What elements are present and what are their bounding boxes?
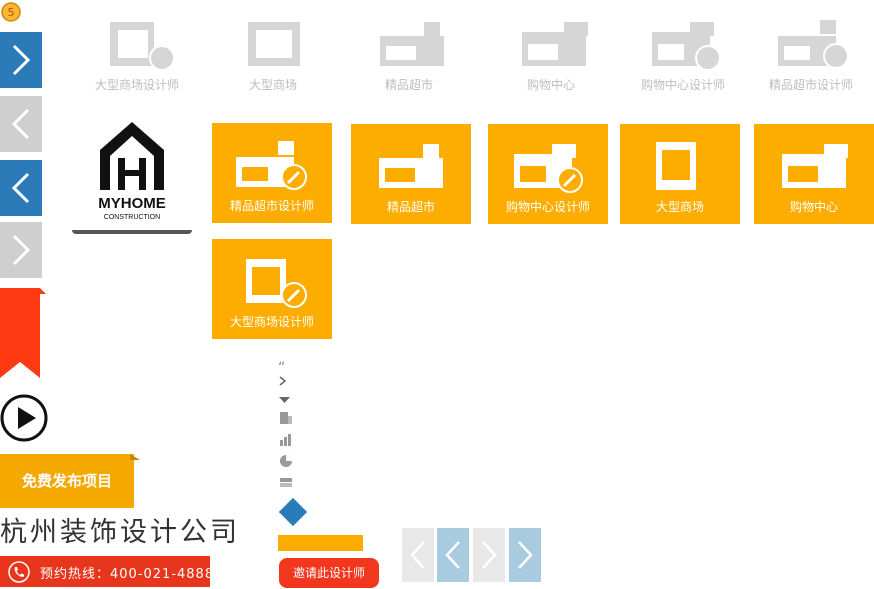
- logo-underline: [72, 230, 192, 234]
- tile-supermarket[interactable]: 购物中心: [754, 124, 874, 224]
- pager-prev-gray[interactable]: [402, 528, 434, 582]
- tile-mall[interactable]: 大型商场: [620, 124, 740, 224]
- publish-project-button[interactable]: 免费发布项目: [0, 454, 134, 508]
- hotline-bar[interactable]: 预约热线：400-021-4888: [0, 556, 213, 587]
- top-icon-store[interactable]: 精品超市: [344, 0, 474, 100]
- mall-icon: [656, 142, 696, 190]
- chevron-right-icon: [279, 376, 287, 386]
- chevron-left-icon: [11, 172, 30, 204]
- store-24-designer-icon: [778, 20, 849, 69]
- tile-store[interactable]: 精品超市: [351, 124, 471, 224]
- scroll-right-button[interactable]: [0, 32, 42, 88]
- phone-icon: [8, 561, 30, 583]
- tile-label: 购物中心设计师: [505, 200, 590, 214]
- logo-brand: MYHOME: [98, 195, 166, 212]
- tile-label: 精品超市: [386, 200, 435, 214]
- bookmark-ribbon: [0, 288, 46, 378]
- company-name: 杭州装饰设计公司: [0, 517, 240, 548]
- chevron-right-icon: [12, 44, 31, 76]
- chevron-left-icon: [410, 541, 425, 569]
- top-icon-label: 大型商场设计师: [94, 78, 179, 92]
- top-icon-label: 大型商场: [248, 78, 297, 92]
- supermarket-designer-icon: [514, 144, 583, 193]
- mall-icon: [248, 22, 300, 66]
- supermarket-icon: [522, 22, 588, 66]
- logo-sub: CONSTRUCTION: [104, 214, 160, 221]
- caret-down-icon: [279, 397, 290, 403]
- quote-icon: “: [278, 360, 286, 376]
- medal-icon: 5: [1, 2, 21, 22]
- building-icon: [280, 412, 292, 424]
- svg-text:5: 5: [8, 6, 15, 19]
- supermarket-designer-icon: [652, 22, 721, 71]
- store-24-icon: [379, 144, 443, 188]
- top-icon-label: 精品超市: [384, 78, 433, 92]
- tile-store-designer[interactable]: 精品超市设计师: [212, 123, 332, 223]
- orange-bar: [278, 535, 363, 551]
- chevron-right-icon: [518, 541, 533, 569]
- tile-label: 精品超市设计师: [229, 199, 314, 213]
- banner-fold: [130, 454, 140, 460]
- chart-icon: [280, 434, 291, 446]
- myhome-logo: MYHOME CONSTRUCTION: [72, 118, 192, 232]
- hotline-label: 预约热线：400-021-4888: [40, 567, 215, 582]
- chevron-left-icon: [445, 541, 460, 569]
- top-icon-supermarket[interactable]: 购物中心: [486, 0, 616, 100]
- chevron-left-icon: [11, 108, 30, 140]
- mall-designer-icon: [246, 259, 307, 308]
- prev-button[interactable]: [0, 160, 42, 216]
- scroll-left-button[interactable]: [0, 96, 42, 152]
- top-icon-label: 购物中心设计师: [640, 78, 725, 92]
- store-24-designer-icon: [236, 141, 307, 190]
- supermarket-icon: [782, 144, 848, 188]
- top-icon-supermarket-designer[interactable]: 购物中心设计师: [618, 0, 748, 100]
- chevron-right-icon: [482, 541, 497, 569]
- diamond-marker: [278, 497, 308, 527]
- store-24-icon: [380, 22, 444, 66]
- tile-supermarket-designer[interactable]: 购物中心设计师: [488, 124, 608, 224]
- tile-label: 大型商场: [655, 200, 704, 214]
- top-icon-mall-designer[interactable]: 大型商场设计师: [72, 0, 202, 100]
- pager-next-blue[interactable]: [509, 528, 541, 582]
- next-button[interactable]: [0, 222, 42, 278]
- tile-mall-designer[interactable]: 大型商场设计师: [212, 239, 332, 339]
- invite-designer-button[interactable]: 邀请此设计师: [279, 558, 379, 588]
- tile-label: 大型商场设计师: [229, 315, 314, 329]
- top-icon-label: 购物中心: [526, 78, 575, 92]
- tile-label: 购物中心: [789, 200, 838, 214]
- publish-label: 免费发布项目: [21, 472, 112, 490]
- pie-icon: [280, 455, 292, 467]
- stack-icon: [280, 478, 292, 487]
- top-icon-mall[interactable]: 大型商场: [208, 0, 338, 100]
- chevron-right-icon: [12, 234, 31, 266]
- pager-prev-blue[interactable]: [437, 528, 469, 582]
- top-icon-label: 精品超市设计师: [768, 78, 853, 92]
- top-icon-store-designer[interactable]: 精品超市设计师: [746, 0, 874, 100]
- pager-next-gray[interactable]: [473, 528, 505, 582]
- play-icon[interactable]: [0, 394, 48, 442]
- mall-designer-icon: [110, 22, 175, 71]
